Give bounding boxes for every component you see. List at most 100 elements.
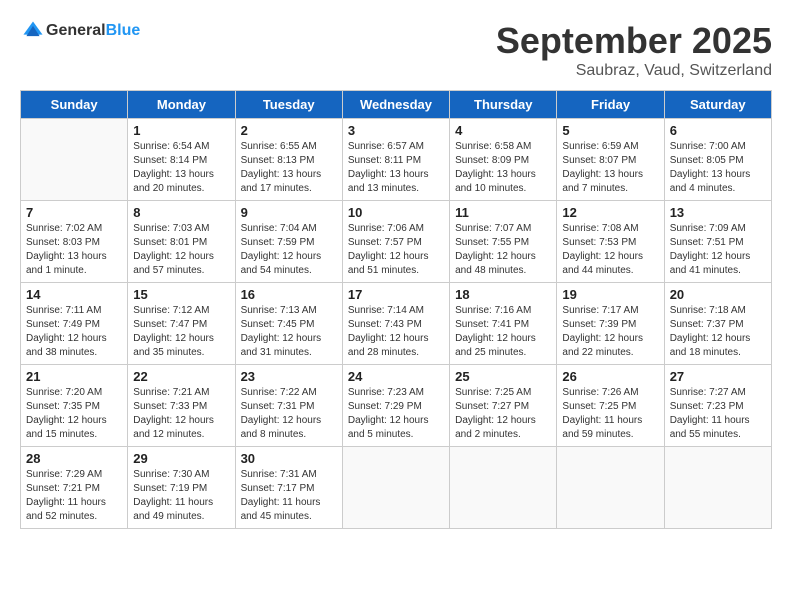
cell-info: Sunrise: 7:22 AM Sunset: 7:31 PM Dayligh… (241, 386, 337, 442)
calendar-cell: 7Sunrise: 7:02 AM Sunset: 8:03 PM Daylig… (21, 201, 128, 283)
calendar-cell: 28Sunrise: 7:29 AM Sunset: 7:21 PM Dayli… (21, 447, 128, 529)
calendar-cell: 5 Sunrise: 6:59 AM Sunset: 8:07 PM Daylig… (557, 119, 664, 201)
date-number: 7 (26, 205, 122, 220)
cell-info: Sunrise: 7:13 AM Sunset: 7:45 PM Dayligh… (241, 304, 337, 360)
cell-info: Sunrise: 7:23 AM Sunset: 7:29 PM Dayligh… (348, 386, 444, 442)
date-number: 14 (26, 287, 122, 302)
day-header-thursday: Thursday (450, 91, 557, 119)
calendar-cell: 6 Sunrise: 7:00 AM Sunset: 8:05 PM Daylig… (664, 119, 771, 201)
cell-info: Sunrise: 7:17 AM Sunset: 7:39 PM Dayligh… (562, 304, 658, 360)
calendar-week-1: 1 Sunrise: 6:54 AM Sunset: 8:14 PM Daylig… (21, 119, 772, 201)
calendar-cell: 3 Sunrise: 6:57 AM Sunset: 8:11 PM Daylig… (342, 119, 449, 201)
cell-info: Sunrise: 7:14 AM Sunset: 7:43 PM Dayligh… (348, 304, 444, 360)
page-header: GeneralBlue September 2025 Saubraz, Vaud… (20, 20, 772, 80)
title-block: September 2025 Saubraz, Vaud, Switzerlan… (496, 20, 772, 80)
calendar-cell (557, 447, 664, 529)
day-header-monday: Monday (128, 91, 235, 119)
calendar-cell: 19 Sunrise: 7:17 AM Sunset: 7:39 PM Dayli… (557, 283, 664, 365)
day-header-friday: Friday (557, 91, 664, 119)
date-number: 21 (26, 369, 122, 384)
month-title: September 2025 (496, 20, 772, 62)
date-number: 30 (241, 451, 337, 466)
calendar-cell: 22Sunrise: 7:21 AM Sunset: 7:33 PM Dayli… (128, 365, 235, 447)
date-number: 10 (348, 205, 444, 220)
calendar-week-4: 21 Sunrise: 7:20 AM Sunset: 7:35 PM Dayli… (21, 365, 772, 447)
calendar-cell: 12 Sunrise: 7:08 AM Sunset: 7:53 PM Dayli… (557, 201, 664, 283)
location-title: Saubraz, Vaud, Switzerland (496, 62, 772, 80)
cell-info: Sunrise: 7:25 AM Sunset: 7:27 PM Dayligh… (455, 386, 551, 442)
cell-info: Sunrise: 7:31 AM Sunset: 7:17 PM Dayligh… (241, 468, 337, 524)
date-number: 15 (133, 287, 229, 302)
cell-info: Sunrise: 6:54 AM Sunset: 8:14 PM Dayligh… (133, 140, 229, 196)
date-number: 22 (133, 369, 229, 384)
date-number: 1 (133, 123, 229, 138)
calendar-cell: 11 Sunrise: 7:07 AM Sunset: 7:55 PM Dayli… (450, 201, 557, 283)
calendar-cell: 26Sunrise: 7:26 AM Sunset: 7:25 PM Dayli… (557, 365, 664, 447)
calendar-cell: 30 Sunrise: 7:31 AM Sunset: 7:17 PM Dayli… (235, 447, 342, 529)
date-number: 19 (562, 287, 658, 302)
calendar-cell: 10 Sunrise: 7:06 AM Sunset: 7:57 PM Dayli… (342, 201, 449, 283)
date-number: 27 (670, 369, 766, 384)
cell-info: Sunrise: 7:20 AM Sunset: 7:35 PM Dayligh… (26, 386, 122, 442)
cell-info: Sunrise: 7:08 AM Sunset: 7:53 PM Dayligh… (562, 222, 658, 278)
calendar-cell: 23 Sunrise: 7:22 AM Sunset: 7:31 PM Dayli… (235, 365, 342, 447)
date-number: 13 (670, 205, 766, 220)
day-header-sunday: Sunday (21, 91, 128, 119)
cell-info: Sunrise: 7:00 AM Sunset: 8:05 PM Dayligh… (670, 140, 766, 196)
calendar-cell: 14 Sunrise: 7:11 AM Sunset: 7:49 PM Dayli… (21, 283, 128, 365)
date-number: 8 (133, 205, 229, 220)
calendar-cell: 2 Sunrise: 6:55 AM Sunset: 8:13 PM Daylig… (235, 119, 342, 201)
date-number: 11 (455, 205, 551, 220)
calendar-cell (450, 447, 557, 529)
date-number: 29 (133, 451, 229, 466)
date-number: 4 (455, 123, 551, 138)
date-number: 5 (562, 123, 658, 138)
date-number: 20 (670, 287, 766, 302)
cell-info: Sunrise: 7:03 AM Sunset: 8:01 PM Dayligh… (133, 222, 229, 278)
date-number: 26 (562, 369, 658, 384)
cell-info: Sunrise: 7:18 AM Sunset: 7:37 PM Dayligh… (670, 304, 766, 360)
date-number: 25 (455, 369, 551, 384)
calendar-cell: 24Sunrise: 7:23 AM Sunset: 7:29 PM Dayli… (342, 365, 449, 447)
day-header-tuesday: Tuesday (235, 91, 342, 119)
date-number: 23 (241, 369, 337, 384)
calendar-body: 1 Sunrise: 6:54 AM Sunset: 8:14 PM Daylig… (21, 119, 772, 529)
calendar-table: SundayMondayTuesdayWednesdayThursdayFrid… (20, 90, 772, 529)
cell-info: Sunrise: 7:30 AM Sunset: 7:19 PM Dayligh… (133, 468, 229, 524)
calendar-cell: 4 Sunrise: 6:58 AM Sunset: 8:09 PM Daylig… (450, 119, 557, 201)
calendar-cell: 25 Sunrise: 7:25 AM Sunset: 7:27 PM Dayli… (450, 365, 557, 447)
day-header-saturday: Saturday (664, 91, 771, 119)
cell-info: Sunrise: 6:58 AM Sunset: 8:09 PM Dayligh… (455, 140, 551, 196)
date-number: 2 (241, 123, 337, 138)
cell-info: Sunrise: 7:04 AM Sunset: 7:59 PM Dayligh… (241, 222, 337, 278)
calendar-cell: 9Sunrise: 7:04 AM Sunset: 7:59 PM Daylig… (235, 201, 342, 283)
calendar-cell: 1 Sunrise: 6:54 AM Sunset: 8:14 PM Daylig… (128, 119, 235, 201)
calendar-cell (664, 447, 771, 529)
cell-info: Sunrise: 6:59 AM Sunset: 8:07 PM Dayligh… (562, 140, 658, 196)
cell-info: Sunrise: 7:07 AM Sunset: 7:55 PM Dayligh… (455, 222, 551, 278)
logo-icon (22, 20, 44, 42)
cell-info: Sunrise: 7:16 AM Sunset: 7:41 PM Dayligh… (455, 304, 551, 360)
cell-info: Sunrise: 7:06 AM Sunset: 7:57 PM Dayligh… (348, 222, 444, 278)
date-number: 16 (241, 287, 337, 302)
cell-info: Sunrise: 7:27 AM Sunset: 7:23 PM Dayligh… (670, 386, 766, 442)
cell-info: Sunrise: 6:55 AM Sunset: 8:13 PM Dayligh… (241, 140, 337, 196)
date-number: 17 (348, 287, 444, 302)
calendar-cell: 8 Sunrise: 7:03 AM Sunset: 8:01 PM Daylig… (128, 201, 235, 283)
logo-text-blue: Blue (106, 22, 141, 39)
date-number: 6 (670, 123, 766, 138)
cell-info: Sunrise: 7:12 AM Sunset: 7:47 PM Dayligh… (133, 304, 229, 360)
calendar-cell: 16 Sunrise: 7:13 AM Sunset: 7:45 PM Dayli… (235, 283, 342, 365)
calendar-cell: 17 Sunrise: 7:14 AM Sunset: 7:43 PM Dayli… (342, 283, 449, 365)
calendar-week-3: 14 Sunrise: 7:11 AM Sunset: 7:49 PM Dayli… (21, 283, 772, 365)
cell-info: Sunrise: 7:09 AM Sunset: 7:51 PM Dayligh… (670, 222, 766, 278)
calendar-cell: 18Sunrise: 7:16 AM Sunset: 7:41 PM Dayli… (450, 283, 557, 365)
date-number: 28 (26, 451, 122, 466)
cell-info: Sunrise: 7:11 AM Sunset: 7:49 PM Dayligh… (26, 304, 122, 360)
calendar-cell (21, 119, 128, 201)
cell-info: Sunrise: 6:57 AM Sunset: 8:11 PM Dayligh… (348, 140, 444, 196)
date-number: 12 (562, 205, 658, 220)
calendar-cell: 27 Sunrise: 7:27 AM Sunset: 7:23 PM Dayli… (664, 365, 771, 447)
date-number: 3 (348, 123, 444, 138)
day-header-wednesday: Wednesday (342, 91, 449, 119)
